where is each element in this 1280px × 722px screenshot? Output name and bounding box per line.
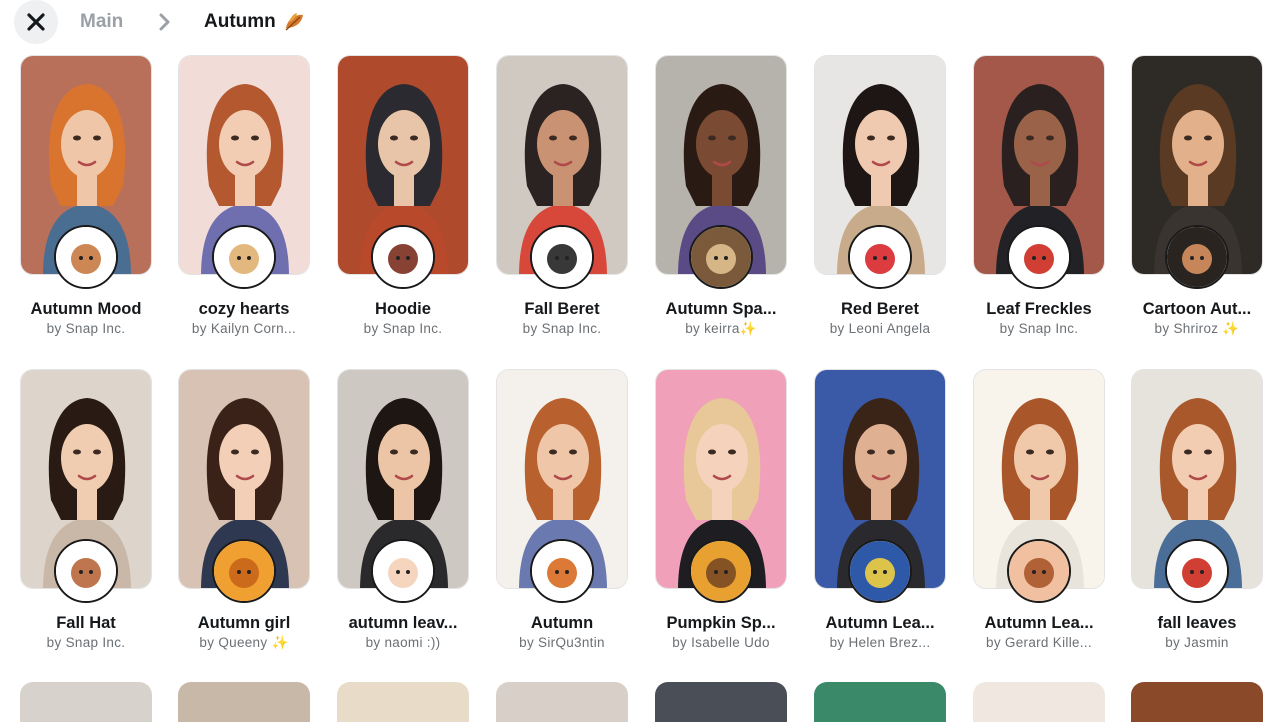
lens-author: by Jasmin — [1165, 635, 1229, 650]
lens-title: cozy hearts — [198, 300, 290, 318]
lens-author: by Gerard Kille... — [986, 635, 1092, 650]
lens-card-partial[interactable] — [178, 682, 310, 722]
lens-card-partial[interactable] — [20, 682, 152, 722]
lens-icon-badge — [848, 539, 912, 603]
lens-icon-badge — [1165, 225, 1229, 289]
lens-author: by Shriroz ✨ — [1154, 321, 1240, 336]
lens-icon — [56, 227, 116, 287]
lens-title: Autumn Spa... — [665, 300, 777, 318]
lens-icon-badge — [530, 225, 594, 289]
lens-icon — [850, 227, 910, 287]
lens-author: by Snap Inc. — [999, 321, 1079, 336]
lens-title: Autumn Lea... — [984, 614, 1094, 632]
lens-card-partial[interactable] — [1131, 682, 1263, 722]
lens-author: by Snap Inc. — [46, 321, 126, 336]
lens-card-partial[interactable] — [973, 682, 1105, 722]
lens-author: by SirQu3ntin — [519, 635, 605, 650]
lens-icon — [373, 227, 433, 287]
lens-author: by Leoni Angela — [829, 321, 931, 336]
lens-title: Red Beret — [841, 300, 919, 318]
lens-author: by naomi :)) — [365, 635, 441, 650]
lens-grid: Autumn Mood by Snap Inc. cozy hearts by Kai… — [0, 0, 1280, 722]
lens-author: by Queeny ✨ — [199, 635, 289, 650]
lens-title: Autumn Lea... — [825, 614, 935, 632]
lens-title: Autumn Mood — [30, 300, 142, 318]
lens-author: by Snap Inc. — [46, 635, 126, 650]
lens-icon-badge — [848, 225, 912, 289]
lens-title: Autumn girl — [197, 614, 291, 632]
lens-icon — [1167, 227, 1227, 287]
lens-icon-badge — [1007, 539, 1071, 603]
lens-icon — [214, 227, 274, 287]
lens-icon-badge — [689, 539, 753, 603]
lens-card-partial[interactable] — [655, 682, 787, 722]
lens-icon-badge — [530, 539, 594, 603]
lens-author: by Helen Brez... — [829, 635, 931, 650]
lens-icon-badge — [1007, 225, 1071, 289]
lens-icon — [1009, 541, 1069, 601]
lens-title: Cartoon Aut... — [1142, 300, 1252, 318]
lens-icon-badge — [1165, 539, 1229, 603]
lens-title: Autumn — [530, 614, 594, 632]
lens-title: Pumpkin Sp... — [666, 614, 776, 632]
lens-icon-badge — [54, 225, 118, 289]
lens-title: autumn leav... — [348, 614, 458, 632]
lens-icon — [691, 541, 751, 601]
lens-author: by Kailyn Corn... — [191, 321, 297, 336]
lens-icon — [214, 541, 274, 601]
lens-card-partial[interactable] — [496, 682, 628, 722]
lens-icon-badge — [212, 225, 276, 289]
lens-title: Fall Beret — [524, 300, 600, 318]
lens-icon-badge — [54, 539, 118, 603]
lens-icon — [850, 541, 910, 601]
lens-title: Hoodie — [375, 300, 431, 318]
lens-author: by Snap Inc. — [363, 321, 443, 336]
lens-title: Fall Hat — [56, 614, 116, 632]
lens-author: by keirra✨ — [685, 321, 757, 336]
lens-title: fall leaves — [1157, 614, 1237, 632]
lens-title: Leaf Freckles — [986, 300, 1092, 318]
lens-icon — [1009, 227, 1069, 287]
lens-icon — [373, 541, 433, 601]
lens-icon-badge — [371, 225, 435, 289]
lens-author: by Isabelle Udo — [672, 635, 770, 650]
lens-card-partial[interactable] — [814, 682, 946, 722]
lens-icon — [532, 227, 592, 287]
lens-card-partial[interactable] — [337, 682, 469, 722]
lens-icon — [56, 541, 116, 601]
lens-icon-badge — [212, 539, 276, 603]
lens-icon — [532, 541, 592, 601]
lens-icon-badge — [371, 539, 435, 603]
lens-icon — [1167, 541, 1227, 601]
lens-icon — [691, 227, 751, 287]
lens-author: by Snap Inc. — [522, 321, 602, 336]
lens-icon-badge — [689, 225, 753, 289]
